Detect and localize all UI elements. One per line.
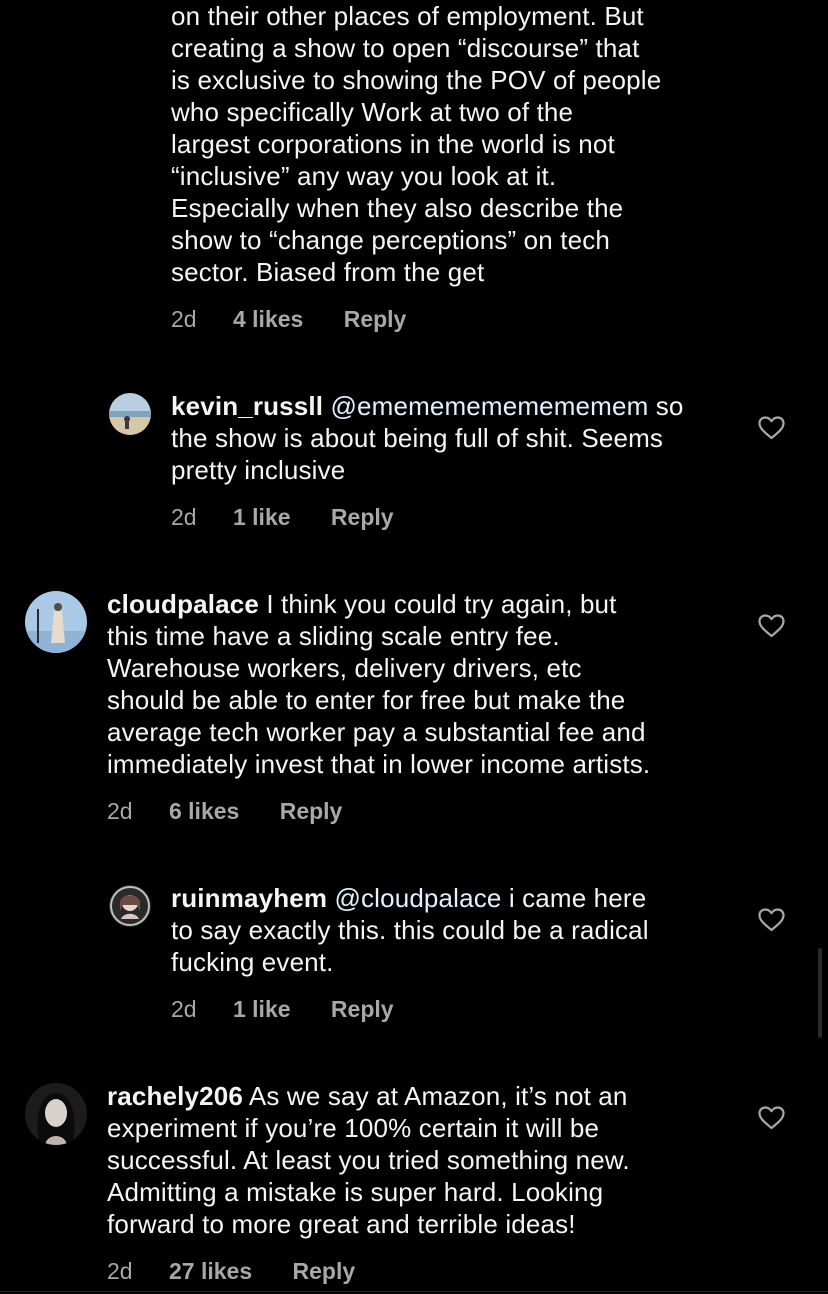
- avatar-image: [25, 1083, 87, 1145]
- comment-meta: 2d 1 like Reply: [171, 503, 394, 531]
- comment-line: kevin_russll @emememememememem so: [171, 390, 731, 422]
- avatar[interactable]: [109, 885, 151, 927]
- comment-line: who specifically Work at two of the: [171, 97, 574, 127]
- comment-meta: 2d 6 likes Reply: [107, 797, 342, 825]
- comment-time: 2d: [171, 504, 197, 530]
- scrollbar[interactable]: [818, 948, 822, 1038]
- heart-outline-icon[interactable]: [758, 416, 785, 440]
- comment-line: largest corporations in the world is not: [171, 129, 615, 159]
- comment-line: creating a show to open “discourse” that: [171, 33, 640, 63]
- comment-likes-count[interactable]: 1 like: [233, 503, 291, 531]
- comment-meta: 2d 27 likes Reply: [107, 1257, 355, 1285]
- avatar-image: [25, 591, 87, 653]
- comment-text: ruinmayhem @cloudpalace i came here to s…: [171, 882, 731, 978]
- comment-meta: 2d 1 like Reply: [171, 995, 394, 1023]
- comment-line-text: As we say at Amazon, it’s not an: [248, 1081, 628, 1111]
- comment-line: “inclusive” any way you look at it.: [171, 161, 557, 191]
- comment-line: on their other places of employment. But: [171, 1, 644, 31]
- comment-line: Especially when they also describe the: [171, 193, 624, 223]
- comment-line: this time have a sliding scale entry fee…: [107, 621, 560, 651]
- comment-line: pretty inclusive: [171, 455, 346, 485]
- heart-outline-icon[interactable]: [758, 908, 785, 932]
- reply-button[interactable]: Reply: [331, 503, 394, 531]
- comment-line: sector. Biased from the get: [171, 257, 485, 287]
- comment-likes-count[interactable]: 4 likes: [233, 305, 303, 333]
- comment-line: successful. At least you tried something…: [107, 1145, 630, 1175]
- comment-line: average tech worker pay a substantial fe…: [107, 717, 646, 747]
- comment-text: rachely206 As we say at Amazon, it’s not…: [107, 1080, 747, 1240]
- comment-username[interactable]: cloudpalace: [107, 589, 259, 619]
- comment-text: kevin_russll @emememememememem so the sh…: [171, 390, 731, 486]
- comment-mention[interactable]: @emememememememem: [331, 391, 649, 421]
- comment-line: fucking event.: [171, 947, 334, 977]
- comment-line-text: I think you could try again, but: [266, 589, 617, 619]
- comment-likes-count[interactable]: 6 likes: [169, 797, 239, 825]
- heart-outline-icon[interactable]: [758, 1106, 785, 1130]
- comment-likes-count[interactable]: 1 like: [233, 995, 291, 1023]
- comment-line: Admitting a mistake is super hard. Looki…: [107, 1177, 604, 1207]
- reply-button[interactable]: Reply: [344, 305, 407, 333]
- comment-username[interactable]: kevin_russll: [171, 391, 323, 421]
- comment-username[interactable]: ruinmayhem: [171, 883, 327, 913]
- comment-line: experiment if you’re 100% certain it wil…: [107, 1113, 600, 1143]
- reply-button[interactable]: Reply: [280, 797, 343, 825]
- comment-line: immediately invest that in lower income …: [107, 749, 651, 779]
- comment-line: Warehouse workers, delivery drivers, etc: [107, 653, 582, 683]
- comment-line: the show is about being full of shit. Se…: [171, 423, 664, 453]
- comment-meta: 2d 4 likes Reply: [171, 305, 406, 333]
- heart-outline-icon[interactable]: [758, 614, 785, 638]
- comment-time: 2d: [171, 996, 197, 1022]
- avatar[interactable]: [25, 1083, 87, 1145]
- comment-line: show to “change perceptions” on tech: [171, 225, 610, 255]
- comment-likes-count[interactable]: 27 likes: [169, 1257, 252, 1285]
- comment-line-text: i came here: [508, 883, 647, 913]
- reply-button[interactable]: Reply: [293, 1257, 356, 1285]
- comment-line: to say exactly this. this could be a rad…: [171, 915, 649, 945]
- divider: [0, 1291, 828, 1292]
- comment-time: 2d: [171, 306, 197, 332]
- comment-line: forward to more great and terrible ideas…: [107, 1209, 576, 1239]
- comment-line: should be able to enter for free but mak…: [107, 685, 626, 715]
- avatar-image: [109, 885, 151, 927]
- comment-line-text: so: [655, 391, 684, 421]
- comment-line: ruinmayhem @cloudpalace i came here: [171, 882, 731, 914]
- comment-line: cloudpalace I think you could try again,…: [107, 588, 747, 620]
- comment-time: 2d: [107, 798, 133, 824]
- comment-mention[interactable]: @cloudpalace: [334, 883, 501, 913]
- comment-username[interactable]: rachely206: [107, 1081, 243, 1111]
- comment-text: cloudpalace I think you could try again,…: [107, 588, 747, 780]
- avatar[interactable]: [25, 591, 87, 653]
- avatar-image: [109, 393, 151, 435]
- reply-button[interactable]: Reply: [331, 995, 394, 1023]
- comment-text: on their other places of employment. But…: [171, 0, 731, 288]
- avatar[interactable]: [109, 393, 151, 435]
- comment-line: is exclusive to showing the POV of peopl…: [171, 65, 662, 95]
- comment-line: rachely206 As we say at Amazon, it’s not…: [107, 1080, 747, 1112]
- comment-time: 2d: [107, 1258, 133, 1284]
